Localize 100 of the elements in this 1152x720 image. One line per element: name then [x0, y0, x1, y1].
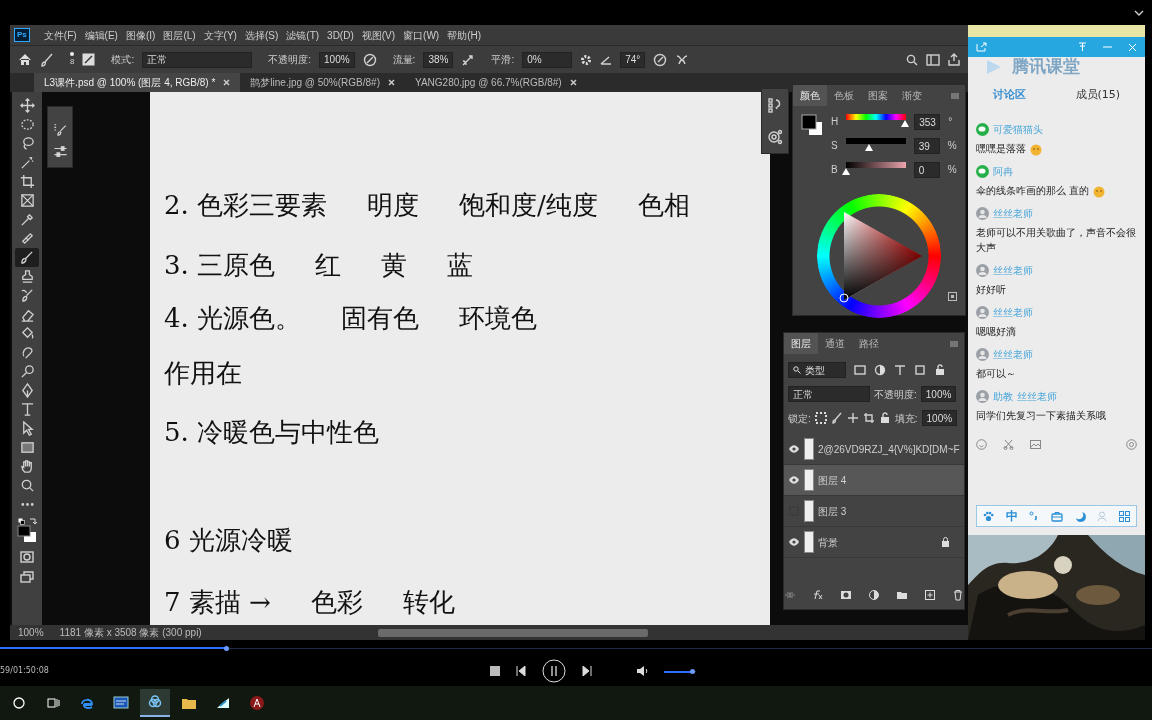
- pause-button[interactable]: [542, 659, 566, 683]
- flow-field[interactable]: 38%: [423, 51, 454, 68]
- eye-icon[interactable]: [788, 475, 800, 485]
- butterfly-icon[interactable]: [675, 52, 690, 67]
- value-field[interactable]: 0: [913, 162, 940, 178]
- blend-mode-dropdown[interactable]: 正常: [788, 386, 870, 402]
- menu-item[interactable]: 帮助(H): [447, 27, 482, 43]
- panel-tab[interactable]: 色板: [827, 85, 861, 106]
- adjustment-filter-icon[interactable]: [874, 364, 886, 376]
- screen-mode-icon[interactable]: [20, 571, 34, 583]
- slider-thumb[interactable]: [865, 144, 874, 151]
- document-tab[interactable]: L3课件.psd @ 100% (图层 4, RGB/8) *: [34, 73, 241, 92]
- swap-colors-icon[interactable]: [28, 518, 37, 525]
- workspace-icon[interactable]: [926, 53, 940, 66]
- link-icon[interactable]: [784, 589, 796, 601]
- properties-icon[interactable]: [767, 129, 783, 145]
- toolbox-icon[interactable]: [1050, 510, 1063, 522]
- lock-pixels-icon[interactable]: [814, 412, 827, 424]
- moon-icon[interactable]: [1074, 510, 1086, 522]
- home-icon[interactable]: [18, 53, 32, 66]
- panel-tab[interactable]: 路径: [852, 333, 886, 354]
- angle-field[interactable]: 74°: [620, 51, 646, 68]
- slider-thumb[interactable]: [841, 168, 850, 175]
- layer-row[interactable]: 图层 4: [784, 465, 964, 496]
- layer-row[interactable]: 背景: [784, 527, 964, 558]
- image-filter-icon[interactable]: [854, 364, 866, 376]
- panel-tab[interactable]: 颜色: [793, 85, 827, 106]
- value-field[interactable]: 39: [913, 138, 940, 154]
- punctuation-icon[interactable]: [1029, 511, 1040, 521]
- panel-tab[interactable]: 渐变: [895, 85, 929, 106]
- pressure-icon[interactable]: [362, 52, 377, 67]
- volume-icon[interactable]: [636, 666, 648, 676]
- paw-icon[interactable]: [982, 510, 994, 522]
- brush-icon[interactable]: [15, 248, 39, 267]
- smoothing-field[interactable]: 0%: [522, 51, 573, 68]
- menu-item[interactable]: 视图(V): [361, 27, 396, 43]
- lock-filter-icon[interactable]: [934, 364, 946, 376]
- grid-icon[interactable]: [1119, 510, 1131, 522]
- brush-icon[interactable]: [40, 52, 54, 67]
- menu-item[interactable]: 滤镜(T): [286, 27, 320, 43]
- pin-icon[interactable]: [1078, 42, 1087, 52]
- menu-item[interactable]: 3D(D): [327, 27, 354, 43]
- filter-dropdown[interactable]: 类型: [788, 362, 846, 378]
- history-icon[interactable]: [767, 97, 783, 113]
- menu-item[interactable]: 选择(S): [244, 27, 279, 43]
- menu-item[interactable]: 文字(Y): [203, 27, 237, 43]
- brush-size[interactable]: 8: [70, 55, 75, 68]
- image-icon[interactable]: [1030, 438, 1041, 450]
- panel-tab[interactable]: 图层: [784, 333, 818, 354]
- next-icon[interactable]: [582, 666, 592, 676]
- expand-icon[interactable]: [948, 292, 957, 301]
- mask-icon[interactable]: [840, 589, 852, 601]
- folder-icon[interactable]: [896, 589, 908, 601]
- lock-move-icon[interactable]: [846, 412, 859, 424]
- zoom-level[interactable]: 100%: [18, 625, 44, 640]
- scrollbar[interactable]: [377, 628, 648, 637]
- value-field[interactable]: 353: [914, 114, 941, 130]
- brush-panel-icon[interactable]: [82, 53, 96, 66]
- menu-item[interactable]: 图层(L): [163, 27, 196, 43]
- close-icon[interactable]: [569, 79, 577, 86]
- opacity-field[interactable]: 100%: [920, 386, 957, 402]
- gear-icon[interactable]: [580, 53, 593, 66]
- panel-tab[interactable]: 图案: [861, 85, 895, 106]
- lock-artboard-icon[interactable]: [862, 412, 875, 424]
- share-icon[interactable]: [948, 53, 960, 66]
- shape-filter-icon[interactable]: [914, 364, 926, 376]
- previous-icon[interactable]: [516, 666, 526, 676]
- color-swatches-icon[interactable]: [17, 525, 37, 543]
- close-icon[interactable]: [223, 79, 231, 86]
- brush-settings-icon[interactable]: [52, 145, 68, 159]
- cloud-app-icon[interactable]: [140, 689, 170, 717]
- fill-field[interactable]: 100%: [921, 410, 958, 426]
- scissors-icon[interactable]: [1003, 438, 1014, 450]
- menu-item[interactable]: 窗口(W): [403, 27, 440, 43]
- new-layer-icon[interactable]: [924, 589, 936, 601]
- chevron-icon[interactable]: [1134, 9, 1144, 16]
- document-tab[interactable]: YANG280.jpg @ 66.7%(RGB/8#): [405, 73, 587, 92]
- lock-paint-icon[interactable]: [830, 412, 843, 424]
- chat-tab[interactable]: 成员(15): [1075, 85, 1121, 106]
- type-filter-icon[interactable]: [894, 364, 906, 376]
- panel-tab[interactable]: 通道: [818, 333, 852, 354]
- default-colors-icon[interactable]: [17, 518, 25, 525]
- eye-icon[interactable]: [788, 537, 800, 547]
- menu-item[interactable]: 文件(F): [43, 27, 77, 43]
- trash-icon[interactable]: [952, 589, 964, 601]
- layer-row[interactable]: 图层 3: [784, 496, 964, 527]
- volume-handle[interactable]: [689, 668, 695, 674]
- adjustment-icon[interactable]: [868, 589, 880, 601]
- menu-item[interactable]: 图像(I): [125, 27, 156, 43]
- quick-mask-icon[interactable]: [20, 551, 34, 563]
- mode-dropdown[interactable]: 正常: [142, 51, 253, 68]
- menu-item[interactable]: 编辑(E): [84, 27, 118, 43]
- color-swatches-icon[interactable]: [801, 114, 823, 136]
- airbrush-icon[interactable]: [461, 52, 476, 67]
- progress-handle[interactable]: [223, 645, 229, 651]
- pressure-size-icon[interactable]: [653, 52, 668, 67]
- lock-all-icon[interactable]: [878, 412, 891, 424]
- document-tab[interactable]: 鹊梦line.jpg @ 50%(RGB/8#): [240, 73, 405, 92]
- eye-icon[interactable]: [788, 444, 800, 454]
- search-icon[interactable]: [906, 53, 918, 66]
